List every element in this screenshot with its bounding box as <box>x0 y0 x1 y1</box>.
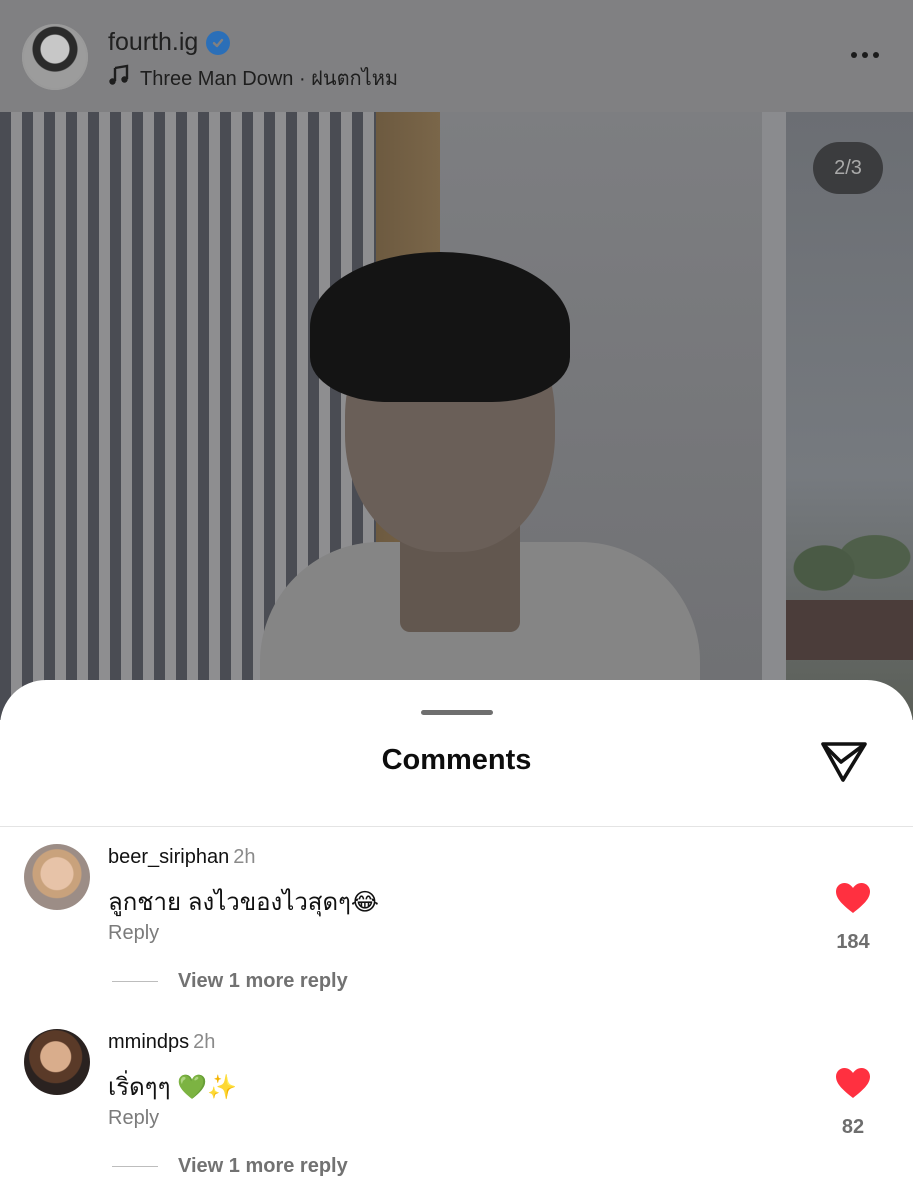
reply-button[interactable]: Reply <box>108 1107 159 1130</box>
avatar[interactable] <box>24 1029 90 1095</box>
comment-time: 2h <box>233 846 256 868</box>
comment-username[interactable]: mmindps <box>108 1031 189 1053</box>
post-background: fourth.ig Three Man Down · ฝนตกไหม 2/3 <box>0 0 913 720</box>
post-photo[interactable]: 2/3 <box>0 112 913 720</box>
like-count: 82 <box>841 1116 865 1138</box>
sheet-divider <box>0 826 913 827</box>
send-icon <box>821 742 867 782</box>
share-button[interactable] <box>819 738 869 786</box>
more-horizontal-icon <box>851 52 857 58</box>
music-note-icon <box>108 64 130 92</box>
music-track-label: Three Man Down · ฝนตกไหม <box>140 68 399 90</box>
comments-sheet: Comments beer_siriphan 2h ลูกชาย ลงไวของไ… <box>0 680 913 1199</box>
like-button[interactable]: 184 <box>833 882 873 954</box>
like-count: 184 <box>836 931 870 953</box>
heart-icon <box>836 1068 870 1098</box>
comment-item: beer_siriphan 2h ลูกชาย ลงไวของไวสุดๆ😂 Re… <box>0 828 913 998</box>
comment-text: ลูกชาย ลงไวของไวสุดๆ😂 <box>108 889 379 916</box>
post-username[interactable]: fourth.ig <box>108 28 198 57</box>
profile-avatar[interactable] <box>22 24 88 90</box>
reply-button[interactable]: Reply <box>108 922 159 945</box>
post-music-row[interactable]: Three Man Down · ฝนตกไหม <box>108 62 398 94</box>
view-replies-label: View 1 more reply <box>178 1155 348 1177</box>
comment-header: mmindps 2h <box>108 1031 215 1054</box>
sheet-title: Comments <box>381 744 532 776</box>
view-replies-button[interactable]: View 1 more reply <box>112 970 348 993</box>
post-username-row[interactable]: fourth.ig <box>108 28 231 57</box>
comment-username[interactable]: beer_siriphan <box>108 846 229 868</box>
photo-counter-badge: 2/3 <box>813 142 883 194</box>
sheet-drag-handle[interactable] <box>421 710 493 715</box>
comment-text: เริ่ดๆๆ 💚✨ <box>108 1074 237 1101</box>
post-header: fourth.ig Three Man Down · ฝนตกไหม <box>0 0 913 112</box>
comment-header: beer_siriphan 2h <box>108 846 255 869</box>
heart-icon <box>836 883 870 913</box>
like-button[interactable]: 82 <box>833 1067 873 1139</box>
comment-item: mmindps 2h เริ่ดๆๆ 💚✨ Reply View 1 more r… <box>0 1013 913 1183</box>
avatar[interactable] <box>24 844 90 910</box>
more-options-button[interactable] <box>845 44 885 66</box>
view-replies-label: View 1 more reply <box>178 970 348 992</box>
comment-time: 2h <box>193 1031 216 1053</box>
verified-badge-icon <box>206 30 231 55</box>
view-replies-button[interactable]: View 1 more reply <box>112 1155 348 1178</box>
